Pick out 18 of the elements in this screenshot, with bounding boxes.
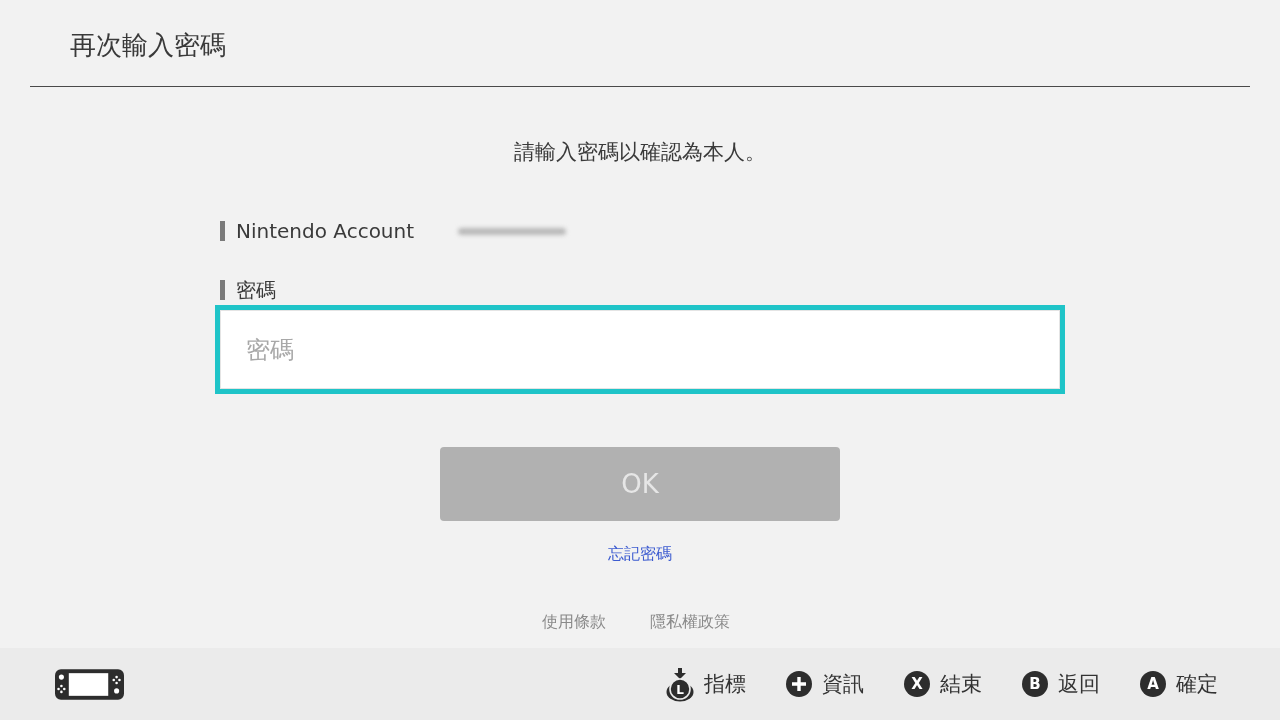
password-field[interactable]: 密碼 (215, 305, 1065, 394)
hint-button[interactable]: X 結束 (904, 670, 982, 698)
section-marker-icon (220, 280, 225, 300)
plus-icon (786, 671, 812, 697)
instruction-text: 請輸入密碼以確認為本人。 (514, 139, 766, 166)
section-marker-icon (220, 221, 225, 241)
circled-letter-icon: X (904, 671, 930, 697)
hint-button[interactable]: 資訊 (786, 670, 864, 698)
forgot-password-link[interactable]: 忘記密碼 (608, 543, 672, 565)
handheld-console-icon (55, 668, 124, 700)
account-label: Nintendo Account (236, 218, 415, 245)
hint-button[interactable]: L 指標 (666, 666, 746, 702)
password-label: 密碼 (236, 277, 276, 304)
hint-button[interactable]: A 確定 (1140, 670, 1218, 698)
circled-letter-icon: B (1022, 671, 1048, 697)
circled-letter-icon: A (1140, 671, 1166, 697)
hint-button[interactable]: B 返回 (1022, 670, 1100, 698)
page-title: 再次輸入密碼 (70, 29, 226, 62)
